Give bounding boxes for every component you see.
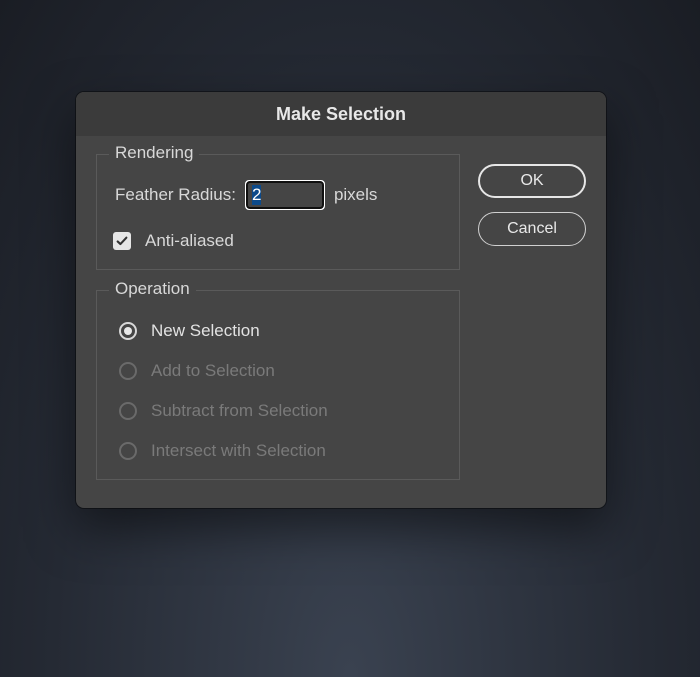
feather-unit-label: pixels xyxy=(334,185,377,205)
radio-circle-icon xyxy=(119,402,137,420)
feather-radius-input[interactable] xyxy=(246,181,324,209)
feather-row: Feather Radius: pixels xyxy=(115,181,441,209)
cancel-button[interactable]: Cancel xyxy=(478,212,586,246)
make-selection-dialog: Make Selection Rendering Feather Radius:… xyxy=(76,92,606,508)
rendering-fieldset: Rendering Feather Radius: pixels Anti-al… xyxy=(96,154,460,270)
dialog-title: Make Selection xyxy=(276,104,406,125)
dialog-titlebar: Make Selection xyxy=(76,92,606,136)
radio-circle-icon xyxy=(119,362,137,380)
radio-circle-icon xyxy=(119,442,137,460)
anti-aliased-label: Anti-aliased xyxy=(145,231,234,251)
radio-label: New Selection xyxy=(151,321,260,341)
anti-aliased-row: Anti-aliased xyxy=(113,231,441,251)
ok-button[interactable]: OK xyxy=(478,164,586,198)
radio-dot-icon xyxy=(124,327,132,335)
rendering-legend: Rendering xyxy=(109,143,199,163)
dialog-body: Rendering Feather Radius: pixels Anti-al… xyxy=(76,136,606,508)
radio-label: Add to Selection xyxy=(151,361,275,381)
left-panel: Rendering Feather Radius: pixels Anti-al… xyxy=(96,154,460,480)
operation-radio-option: Add to Selection xyxy=(119,361,441,381)
anti-aliased-checkbox[interactable] xyxy=(113,232,131,250)
radio-label: Intersect with Selection xyxy=(151,441,326,461)
right-panel: OK Cancel xyxy=(478,154,586,480)
radio-circle-icon xyxy=(119,322,137,340)
checkmark-icon xyxy=(115,234,129,248)
operation-radio-group: New Selection Add to Selection Subtract fr… xyxy=(119,321,441,461)
operation-fieldset: Operation New SelectionAdd to SelectionS… xyxy=(96,290,460,480)
operation-legend: Operation xyxy=(109,279,196,299)
operation-radio-option[interactable]: New Selection xyxy=(119,321,441,341)
feather-radius-label: Feather Radius: xyxy=(115,185,236,205)
operation-radio-option: Intersect with Selection xyxy=(119,441,441,461)
operation-radio-option: Subtract from Selection xyxy=(119,401,441,421)
radio-label: Subtract from Selection xyxy=(151,401,328,421)
